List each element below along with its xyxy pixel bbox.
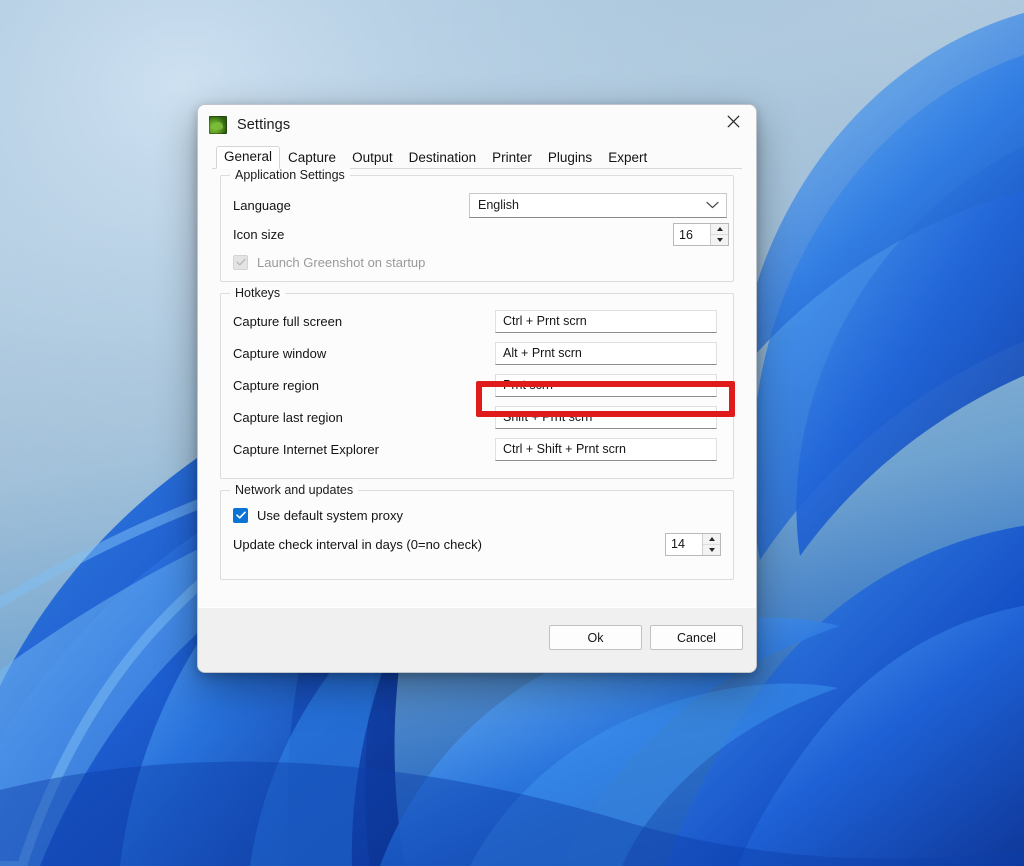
update-interval-spin-arrows[interactable] [702, 533, 720, 555]
tab-output[interactable]: Output [344, 148, 401, 169]
spin-up-icon[interactable] [703, 534, 720, 545]
spin-down-icon[interactable] [711, 235, 728, 245]
icon-size-spin-arrows[interactable] [710, 224, 728, 245]
chevron-down-icon [706, 201, 719, 209]
application-settings-legend: Application Settings [230, 168, 350, 182]
tab-expert[interactable]: Expert [600, 148, 655, 169]
capture-last-region-label: Capture last region [233, 409, 343, 425]
network-and-updates-group: Network and updates Use default system p… [220, 483, 734, 580]
icon-size-row: Icon size 16 [233, 220, 729, 249]
hotkeys-group: Hotkeys Capture full screen Ctrl + Prnt … [220, 286, 734, 479]
close-icon[interactable] [711, 105, 756, 137]
dialog-footer: Ok Cancel [198, 607, 756, 672]
capture-full-screen-hotkey-field[interactable]: Ctrl + Prnt scrn [495, 309, 717, 333]
spin-down-icon[interactable] [703, 545, 720, 555]
capture-last-region-hotkey-field[interactable]: Shift + Prnt scrn [495, 405, 717, 429]
capture-region-label: Capture region [233, 377, 319, 393]
ok-button[interactable]: Ok [549, 625, 642, 650]
update-interval-row: Update check interval in days (0=no chec… [233, 529, 721, 559]
update-interval-stepper[interactable]: 14 [665, 532, 721, 556]
launch-on-startup-row[interactable]: Launch Greenshot on startup [233, 249, 721, 275]
language-value: English [478, 198, 519, 212]
window-title: Settings [237, 116, 291, 133]
tab-general[interactable]: General [216, 146, 281, 169]
language-row: Language English [233, 190, 727, 220]
tab-printer[interactable]: Printer [484, 148, 540, 169]
tab-plugins[interactable]: Plugins [540, 148, 600, 169]
capture-internet-explorer-label: Capture Internet Explorer [233, 441, 379, 457]
launch-on-startup-checkbox [233, 254, 248, 270]
update-interval-label: Update check interval in days (0=no chec… [233, 536, 482, 552]
hotkeys-legend: Hotkeys [230, 286, 286, 300]
hotkey-row-last-region: Capture last region Shift + Prnt scrn [233, 401, 721, 433]
dialog-titlebar: Settings [198, 105, 756, 144]
hotkey-row-full-screen: Capture full screen Ctrl + Prnt scrn [233, 305, 721, 337]
language-select[interactable]: English [469, 192, 727, 218]
hotkey-row-internet-explorer: Capture Internet Explorer Ctrl + Shift +… [233, 433, 721, 465]
use-default-proxy-row[interactable]: Use default system proxy [233, 501, 721, 529]
cancel-button[interactable]: Cancel [650, 625, 743, 650]
capture-region-hotkey-field[interactable]: Prnt scrn [495, 373, 717, 397]
capture-window-hotkey-field[interactable]: Alt + Prnt scrn [495, 341, 717, 365]
capture-internet-explorer-hotkey-field[interactable]: Ctrl + Shift + Prnt scrn [495, 437, 717, 461]
hotkey-row-window: Capture window Alt + Prnt scrn [233, 337, 721, 369]
settings-dialog: Settings General Capture Output Destinat… [197, 104, 757, 673]
general-tab-panel: Application Settings Language English Ic… [198, 168, 756, 635]
spin-up-icon[interactable] [711, 224, 728, 235]
launch-on-startup-label: Launch Greenshot on startup [257, 254, 426, 270]
tab-capture[interactable]: Capture [280, 148, 344, 169]
capture-full-screen-label: Capture full screen [233, 313, 343, 329]
use-default-proxy-label: Use default system proxy [257, 507, 403, 523]
application-settings-group: Application Settings Language English Ic… [220, 168, 734, 282]
capture-window-label: Capture window [233, 345, 327, 361]
greenshot-icon [209, 115, 227, 134]
update-interval-value: 14 [671, 537, 685, 551]
icon-size-stepper[interactable]: 16 [673, 223, 729, 246]
language-label: Language [233, 197, 291, 213]
settings-tabs: General Capture Output Destination Print… [198, 144, 756, 169]
icon-size-label: Icon size [233, 227, 285, 242]
icon-size-value: 16 [679, 227, 693, 242]
use-default-proxy-checkbox[interactable] [233, 507, 248, 523]
tab-destination[interactable]: Destination [401, 148, 485, 169]
hotkey-row-region: Capture region Prnt scrn [233, 369, 721, 401]
network-and-updates-legend: Network and updates [230, 483, 359, 497]
